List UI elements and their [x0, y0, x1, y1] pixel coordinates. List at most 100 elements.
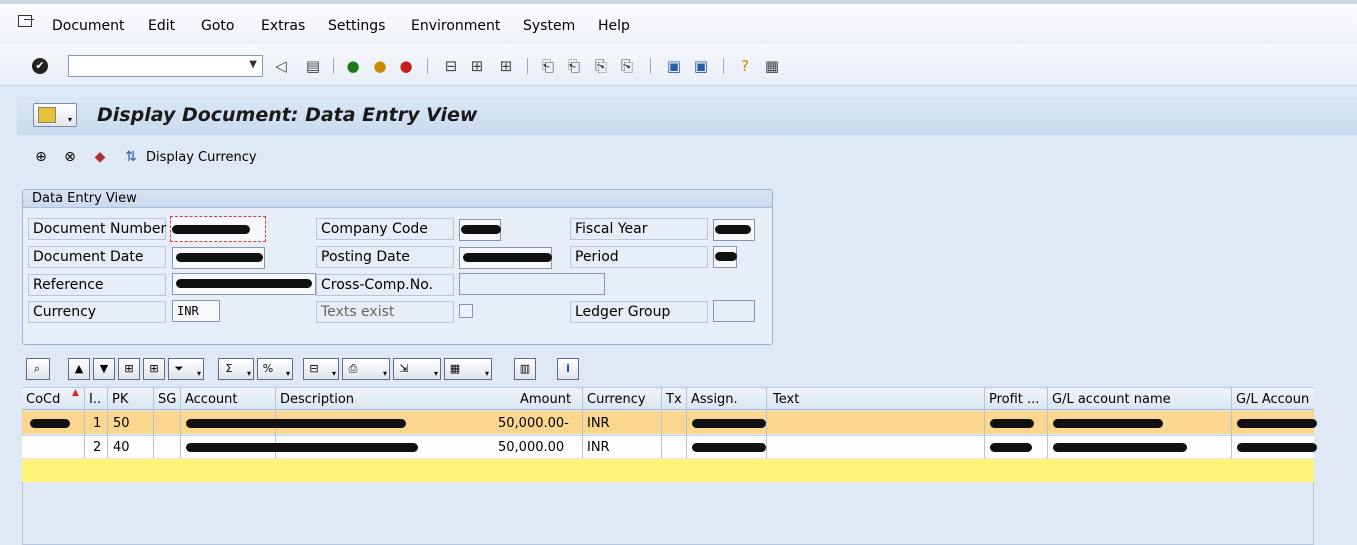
column-header-item[interactable]: I.. [89, 392, 101, 407]
chevron-down-icon: ▾ [484, 369, 489, 378]
toolbar-separator [650, 58, 651, 74]
chevron-down-icon: ▾ [331, 369, 336, 378]
cross-comp-field[interactable] [459, 273, 605, 295]
help-icon[interactable]: ? [735, 56, 755, 76]
display-overview-icon[interactable]: ⊗ [61, 148, 79, 166]
cancel-icon[interactable]: ● [396, 56, 416, 76]
cross-comp-label: Cross-Comp.No. [321, 277, 433, 293]
menu-environment[interactable]: Environment [411, 18, 500, 34]
first-page-icon[interactable]: ⎗ [538, 56, 558, 76]
redaction-mark [176, 253, 263, 262]
column-header-account[interactable]: Account [185, 392, 238, 407]
back-icon[interactable]: ● [343, 56, 363, 76]
company-code-label: Company Code [321, 221, 428, 237]
redaction-mark [692, 419, 766, 428]
back-arrow-icon[interactable]: ◁ [271, 56, 291, 76]
next-page-icon[interactable]: ⎘ [591, 56, 611, 76]
previous-page-icon[interactable]: ⎗ [564, 56, 584, 76]
currency-label: Currency [33, 304, 97, 320]
column-separator [107, 388, 108, 458]
texts-exist-checkbox[interactable] [459, 304, 473, 318]
alv-find-next-button[interactable]: ⊞ [143, 358, 165, 380]
taxes-icon[interactable]: ◆ [91, 148, 109, 166]
column-header-currency[interactable]: Currency [587, 392, 646, 407]
shortcut-icon[interactable]: ▣ [691, 56, 711, 76]
alv-filter-button[interactable]: ⏷ ▾ [168, 358, 204, 380]
redaction-mark [692, 443, 766, 452]
row2-currency: INR [587, 440, 610, 455]
menu-extras[interactable]: Extras [261, 18, 305, 34]
alv-sort-asc-button[interactable]: ▲ [68, 358, 90, 380]
display-currency-icon[interactable]: ⇅ [122, 148, 140, 166]
toolbar-separator [333, 58, 334, 74]
alv-views-button[interactable]: ⎙ ▾ [342, 358, 390, 380]
currency-field[interactable]: INR [172, 300, 220, 322]
column-header-sg[interactable]: SG [158, 392, 176, 407]
info-icon: i [566, 362, 570, 375]
chevron-down-icon: ▾ [196, 369, 201, 378]
alv-details-button[interactable]: ⌕ [26, 358, 50, 380]
redaction-mark [990, 443, 1032, 452]
toolbar-separator [527, 58, 528, 74]
other-document-icon[interactable]: ⊕ [32, 148, 50, 166]
alv-total-button[interactable]: Σ ▾ [218, 358, 254, 380]
row1-amount: 50,000.00- [498, 416, 569, 431]
redaction-mark [186, 419, 406, 428]
layout-menu-icon[interactable]: ▦ [762, 56, 782, 76]
column-header-cocd[interactable]: CoCd [26, 392, 60, 407]
reference-label: Reference [33, 277, 104, 293]
toolbar-separator [723, 58, 724, 74]
menu-edit[interactable]: Edit [148, 18, 175, 34]
alv-info-button[interactable]: i [557, 358, 579, 380]
menu-goto[interactable]: Goto [201, 18, 234, 34]
menu-window-icon[interactable] [18, 15, 34, 27]
sort-indicator-icon: ▲ [72, 388, 79, 398]
alv-subtotal-button[interactable]: % ▾ [257, 358, 293, 380]
group-title: Data Entry View [23, 190, 772, 208]
column-separator [984, 388, 985, 458]
enter-icon[interactable]: ✔ [32, 58, 48, 74]
sort-ascending-icon: ▲ [74, 362, 84, 375]
sum-icon: Σ [225, 362, 233, 375]
column-header-tx[interactable]: Tx [666, 392, 682, 407]
alv-graphic-button[interactable]: ▥ [514, 358, 536, 380]
last-page-icon[interactable]: ⎘ [617, 56, 637, 76]
column-header-gl-account[interactable]: G/L Accoun [1236, 392, 1309, 407]
column-header-profit-center[interactable]: Profit ... [989, 392, 1039, 407]
column-header-gl-account-name[interactable]: G/L account name [1052, 392, 1171, 407]
chevron-down-icon[interactable]: ▼ [249, 59, 257, 70]
column-header-description[interactable]: Description [280, 392, 354, 407]
new-session-icon[interactable]: ▣ [664, 56, 684, 76]
column-separator [1231, 388, 1232, 458]
ledger-group-field[interactable] [713, 300, 755, 322]
alv-sort-desc-button[interactable]: ▼ [93, 358, 115, 380]
column-header-amount[interactable]: Amount [520, 392, 571, 407]
alv-find-button[interactable]: ⊞ [118, 358, 140, 380]
save-icon[interactable]: ▤ [303, 56, 323, 76]
redaction-mark [990, 419, 1034, 428]
menu-toggle-icon [38, 107, 56, 123]
find-next-icon[interactable]: ⊞ [496, 56, 516, 76]
menu-document[interactable]: Document [52, 18, 125, 34]
toolbar-separator [427, 58, 428, 74]
chevron-down-icon: ▾ [433, 369, 438, 378]
menu-system[interactable]: System [523, 18, 575, 34]
alv-print-button[interactable]: ⊟ ▾ [303, 358, 339, 380]
column-header-pk[interactable]: PK [112, 392, 128, 407]
alv-layout-button[interactable]: ▦ ▾ [444, 358, 492, 380]
redaction-mark [1053, 443, 1187, 452]
column-header-text[interactable]: Text [773, 392, 799, 407]
exit-icon[interactable]: ● [370, 56, 390, 76]
page-title: Display Document: Data Entry View [97, 104, 478, 126]
menu-toggle-button[interactable]: ▾ [33, 103, 77, 127]
find-icon[interactable]: ⊞ [467, 56, 487, 76]
alv-export-button[interactable]: ⇲ ▾ [393, 358, 441, 380]
display-currency-button[interactable]: Display Currency [146, 150, 257, 165]
menu-settings[interactable]: Settings [328, 18, 385, 34]
filter-icon: ⏷ [174, 362, 184, 375]
menu-help[interactable]: Help [598, 18, 630, 34]
column-header-assignment[interactable]: Assign. [691, 392, 738, 407]
print-icon[interactable]: ⊟ [441, 56, 461, 76]
redaction-mark [461, 225, 501, 234]
command-field[interactable]: ▼ [68, 55, 263, 77]
